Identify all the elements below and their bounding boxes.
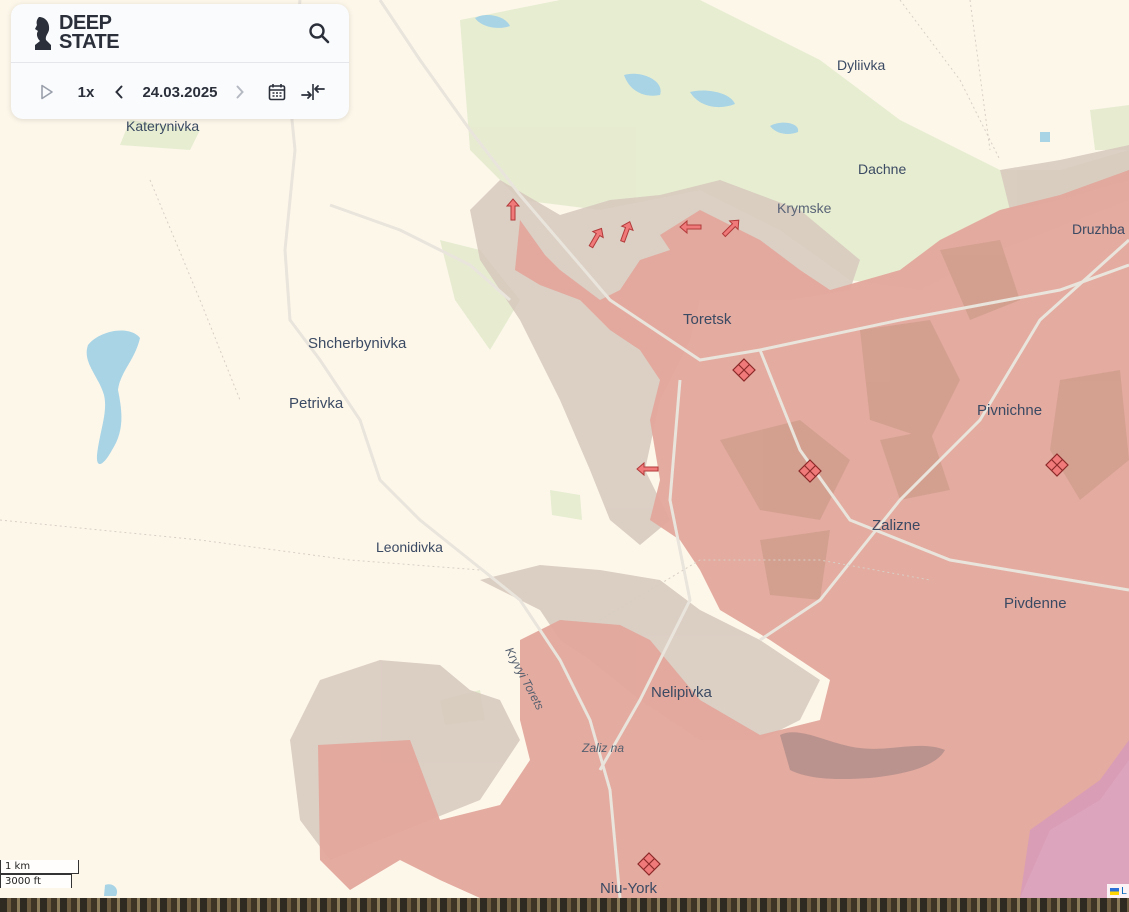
place-label: Druzhba xyxy=(1072,221,1125,237)
play-icon xyxy=(41,84,53,100)
panel-divider xyxy=(11,62,349,63)
next-date-button[interactable] xyxy=(230,74,250,110)
place-label: Toretsk xyxy=(683,311,732,328)
knight-logo-icon xyxy=(35,17,51,50)
attribution-link[interactable]: L xyxy=(1121,886,1127,897)
timeline-controls: 1x 24.03.2025 xyxy=(11,74,349,110)
place-label: Petrivka xyxy=(289,395,344,412)
place-label: Pivnichne xyxy=(977,402,1042,419)
speed-toggle[interactable]: 1x xyxy=(71,74,101,110)
ukraine-flag-icon xyxy=(1110,887,1119,895)
place-label: Shcherbynivka xyxy=(308,335,407,352)
map-canvas[interactable]: Katerynivka Dyliivka Dachne Krymske Druz… xyxy=(0,0,1129,912)
current-date[interactable]: 24.03.2025 xyxy=(137,74,223,110)
play-button[interactable] xyxy=(35,74,59,110)
brand-logo[interactable]: DEEP STATE xyxy=(33,12,120,53)
chevron-right-icon xyxy=(236,85,244,99)
place-label: Nelipivka xyxy=(651,684,713,701)
scale-imperial: 3000 ft xyxy=(0,874,72,888)
river-label: Zaliz na xyxy=(581,741,624,755)
scale-bar: 1 km 3000 ft xyxy=(0,860,79,888)
attribution[interactable]: L xyxy=(1107,884,1129,898)
place-label: Zalizne xyxy=(872,517,920,534)
calendar-button[interactable] xyxy=(265,74,289,110)
place-label: Krymske xyxy=(777,200,832,216)
arrows-compress-icon xyxy=(301,84,325,100)
calendar-icon xyxy=(268,84,286,101)
brand-name: DEEP STATE xyxy=(59,12,120,53)
timeline-panel: DEEP STATE 1x 24.03.2025 xyxy=(11,4,349,119)
place-label: Dyliivka xyxy=(837,57,885,73)
place-label: Pivdenne xyxy=(1004,595,1067,612)
search-icon xyxy=(309,23,330,44)
previous-date-button[interactable] xyxy=(109,74,129,110)
place-label: Katerynivka xyxy=(126,118,199,134)
compare-button[interactable] xyxy=(299,74,327,110)
search-button[interactable] xyxy=(307,21,331,45)
place-label: Leonidivka xyxy=(376,539,443,555)
scale-metric: 1 km xyxy=(0,860,79,874)
bottom-image-strip xyxy=(0,898,1129,912)
place-label: Niu-York xyxy=(600,880,657,897)
place-label: Dachne xyxy=(858,161,906,177)
chevron-left-icon xyxy=(115,85,123,99)
